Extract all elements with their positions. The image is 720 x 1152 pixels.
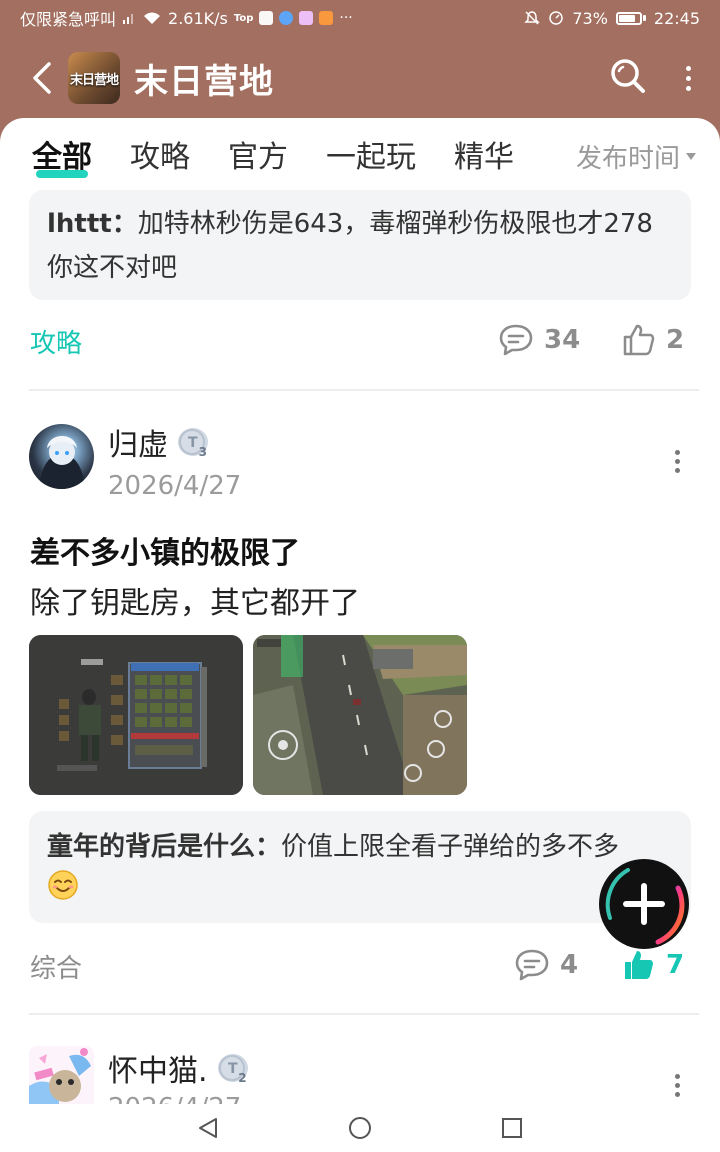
search-icon bbox=[611, 59, 645, 93]
post-footer: 攻略 34 2 bbox=[0, 323, 720, 363]
like-count-value: 7 bbox=[666, 950, 685, 980]
game-icon-label: 末日营地 bbox=[69, 72, 119, 88]
nav-back-button[interactable] bbox=[196, 1116, 220, 1144]
tab-featured[interactable]: 精华 bbox=[454, 132, 514, 176]
comment-author: lhttt： bbox=[47, 209, 138, 239]
tab-guides[interactable]: 攻略 bbox=[130, 132, 190, 176]
post-divider bbox=[29, 389, 699, 391]
tab-label: 攻略 bbox=[130, 140, 190, 175]
tab-all[interactable]: 全部 bbox=[32, 132, 92, 178]
signal-icon bbox=[122, 11, 136, 25]
username: 怀中猫. bbox=[108, 1054, 208, 1089]
nav-back-icon bbox=[199, 1118, 217, 1138]
comment-count[interactable]: 4 bbox=[514, 948, 578, 982]
chevron-left-icon bbox=[33, 62, 51, 94]
tab-label: 一起玩 bbox=[326, 140, 416, 175]
sort-dropdown[interactable]: 发布时间 bbox=[576, 138, 696, 175]
smiling-emoji-icon bbox=[47, 869, 79, 915]
level-badge: T 2 bbox=[217, 1054, 248, 1085]
wifi-icon bbox=[142, 11, 162, 25]
game-icon[interactable]: 末日营地 bbox=[68, 52, 120, 104]
speed-icon bbox=[548, 10, 564, 26]
page-title: 末日营地 bbox=[134, 61, 274, 102]
tab-play-together[interactable]: 一起玩 bbox=[326, 132, 416, 176]
more-notifications-icon: ··· bbox=[339, 10, 353, 26]
tab-label: 官方 bbox=[228, 140, 288, 175]
battery-percent: 73% bbox=[572, 8, 608, 28]
level-number: 2 bbox=[238, 1071, 247, 1085]
avatar[interactable] bbox=[29, 424, 94, 489]
like-count-value: 2 bbox=[666, 325, 685, 355]
game-notification-icon bbox=[299, 11, 314, 25]
app-header: 末日营地 末日营地 bbox=[0, 36, 720, 120]
post-body[interactable]: 除了钥匙房，其它都开了 bbox=[30, 578, 360, 622]
carrier-text: 仅限紧急呼叫 bbox=[20, 10, 117, 29]
nav-recents-button[interactable] bbox=[500, 1116, 524, 1144]
post-tag[interactable]: 综合 bbox=[30, 948, 82, 985]
system-nav-bar bbox=[0, 1104, 720, 1152]
header-actions bbox=[608, 56, 698, 100]
comment-count[interactable]: 34 bbox=[498, 323, 580, 357]
post-image[interactable] bbox=[29, 635, 243, 795]
back-button[interactable] bbox=[22, 58, 62, 98]
tab-official[interactable]: 官方 bbox=[228, 132, 288, 176]
post-title[interactable]: 差不多小镇的极限了 bbox=[30, 528, 300, 572]
nav-home-icon bbox=[349, 1117, 371, 1139]
clock: 22:45 bbox=[653, 8, 700, 28]
username: 归虚 bbox=[108, 428, 168, 463]
level-number: 3 bbox=[198, 445, 207, 459]
comment-icon bbox=[499, 324, 533, 356]
comment-text: 价值上限全看子弹给的多不多 bbox=[281, 832, 620, 862]
post-more-button[interactable] bbox=[675, 1074, 680, 1097]
more-vertical-icon[interactable] bbox=[678, 65, 698, 91]
top-comment[interactable]: 童年的背后是什么：价值上限全看子弹给的多不多 bbox=[29, 811, 691, 923]
comment-icon bbox=[515, 949, 549, 981]
browser-notification-icon bbox=[279, 11, 294, 25]
comment-count-value: 4 bbox=[560, 950, 579, 980]
video-notification-icon bbox=[319, 11, 334, 25]
top-comment[interactable]: lhttt：加特林秒伤是643，毒榴弹秒伤极限也才278你这不对吧 bbox=[29, 190, 691, 300]
post-tag[interactable]: 攻略 bbox=[30, 323, 82, 360]
search-button[interactable] bbox=[608, 56, 648, 100]
status-right: 73% 22:45 bbox=[524, 9, 700, 28]
create-post-button[interactable] bbox=[598, 858, 690, 950]
like-count[interactable]: 2 bbox=[622, 323, 684, 357]
post-footer: 综合 4 7 bbox=[0, 948, 720, 988]
nav-recents-icon bbox=[502, 1118, 522, 1138]
post-more-button[interactable] bbox=[675, 450, 680, 473]
post-date: 2026/4/27 bbox=[108, 471, 242, 501]
tab-label: 精华 bbox=[454, 140, 514, 175]
app-notification-icon bbox=[259, 11, 274, 25]
post-image[interactable] bbox=[253, 635, 467, 795]
nav-home-button[interactable] bbox=[348, 1116, 372, 1144]
sort-label: 发布时间 bbox=[575, 144, 680, 174]
post-author[interactable]: 怀中猫. T 2 bbox=[108, 1046, 248, 1090]
tab-label: 全部 bbox=[32, 140, 92, 175]
comment-text: 加特林秒伤是643，毒榴弹秒伤极限也才278你这不对吧 bbox=[47, 209, 653, 283]
svg-text:T: T bbox=[228, 1061, 238, 1077]
status-left: 仅限紧急呼叫 2.61K/s Top ··· bbox=[20, 6, 353, 30]
thumbs-up-icon bbox=[623, 324, 655, 356]
post-divider bbox=[29, 1013, 699, 1015]
battery-icon bbox=[615, 11, 646, 25]
comment-author: 童年的背后是什么： bbox=[47, 832, 282, 862]
post-author[interactable]: 归虚 T 3 bbox=[108, 420, 208, 464]
caret-down-icon bbox=[686, 153, 696, 160]
top-app-icon: Top bbox=[233, 12, 254, 24]
mute-icon bbox=[524, 10, 541, 26]
comment-count-value: 34 bbox=[544, 325, 581, 355]
level-badge: T 3 bbox=[178, 428, 208, 459]
avatar[interactable] bbox=[29, 1046, 94, 1111]
network-speed: 2.61K/s bbox=[168, 8, 228, 28]
content-sheet: 全部 攻略 官方 一起玩 精华 发布时间 lhttt：加特林秒伤是643，毒榴弹… bbox=[0, 118, 720, 1152]
status-bar: 仅限紧急呼叫 2.61K/s Top ··· 73% 22:45 bbox=[0, 0, 720, 36]
svg-text:T: T bbox=[188, 435, 198, 451]
